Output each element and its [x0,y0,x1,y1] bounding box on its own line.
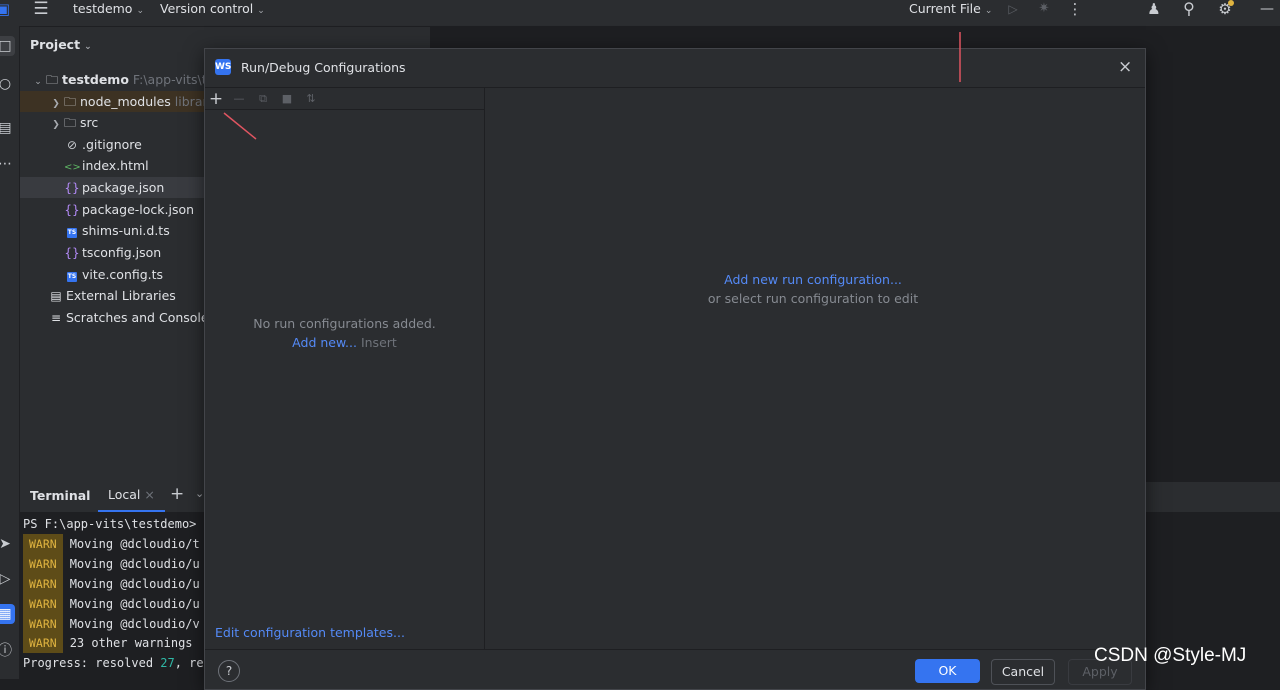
annotation-arrow-add [223,112,257,140]
annotation-arrows [223,32,961,140]
watermark: CSDN @Style-MJ [1094,645,1247,666]
